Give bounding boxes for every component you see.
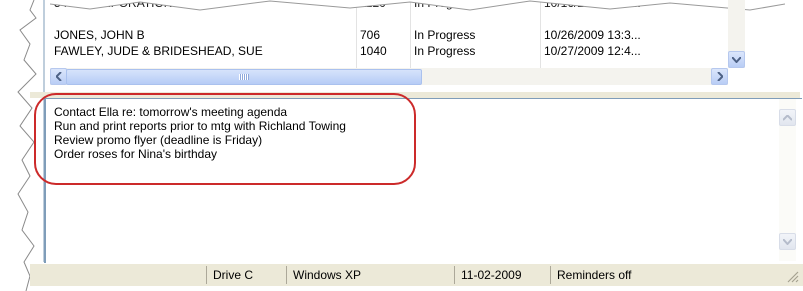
arrow-left-icon[interactable] xyxy=(50,68,67,85)
table-row[interactable]: FAWLEY, JUDE & BRIDESHEAD, SUE 1040 In P… xyxy=(50,43,728,59)
arrow-down-icon[interactable] xyxy=(728,51,745,68)
grid-horizontal-scrollbar[interactable] xyxy=(50,68,728,85)
case-list-grid[interactable]: 5471 CORPORATION 1120 In Progress 10/16/… xyxy=(50,0,785,92)
table-row[interactable]: JONES, JOHN B 706 In Progress 10/26/2009… xyxy=(50,27,728,43)
grid-vertical-scrollbar[interactable] xyxy=(728,0,745,68)
annotation-highlight-oval xyxy=(34,93,416,185)
status-panel-reminders: Reminders off xyxy=(550,266,786,284)
notes-vertical-scrollbar[interactable] xyxy=(779,99,796,261)
row-id-cell: 1040 xyxy=(360,44,387,58)
grip-icon xyxy=(239,74,249,80)
status-panel-blank xyxy=(30,266,206,284)
row-name-cell: FAWLEY, JUDE & BRIDESHEAD, SUE xyxy=(54,44,263,58)
torn-top-edge xyxy=(50,0,785,11)
status-panel-os: Windows XP xyxy=(286,266,454,284)
status-bar: Drive C Windows XP 11-02-2009 Reminders … xyxy=(30,263,803,286)
size-grip-icon[interactable] xyxy=(787,271,799,283)
row-name-cell: JONES, JOHN B xyxy=(54,28,145,42)
arrow-down-icon[interactable] xyxy=(779,233,796,250)
row-id-cell: 706 xyxy=(360,28,381,42)
row-date-cell: 10/27/2009 12:4... xyxy=(544,44,641,58)
arrow-right-icon[interactable] xyxy=(711,68,728,85)
horizontal-scroll-thumb[interactable] xyxy=(66,69,422,85)
status-panel-drive: Drive C xyxy=(206,266,286,284)
arrow-up-icon[interactable] xyxy=(779,109,796,126)
row-status-cell: In Progress xyxy=(414,28,476,42)
status-panel-date: 11-02-2009 xyxy=(454,266,550,284)
row-date-cell: 10/26/2009 13:3... xyxy=(544,28,641,42)
row-status-cell: In Progress xyxy=(414,44,476,58)
